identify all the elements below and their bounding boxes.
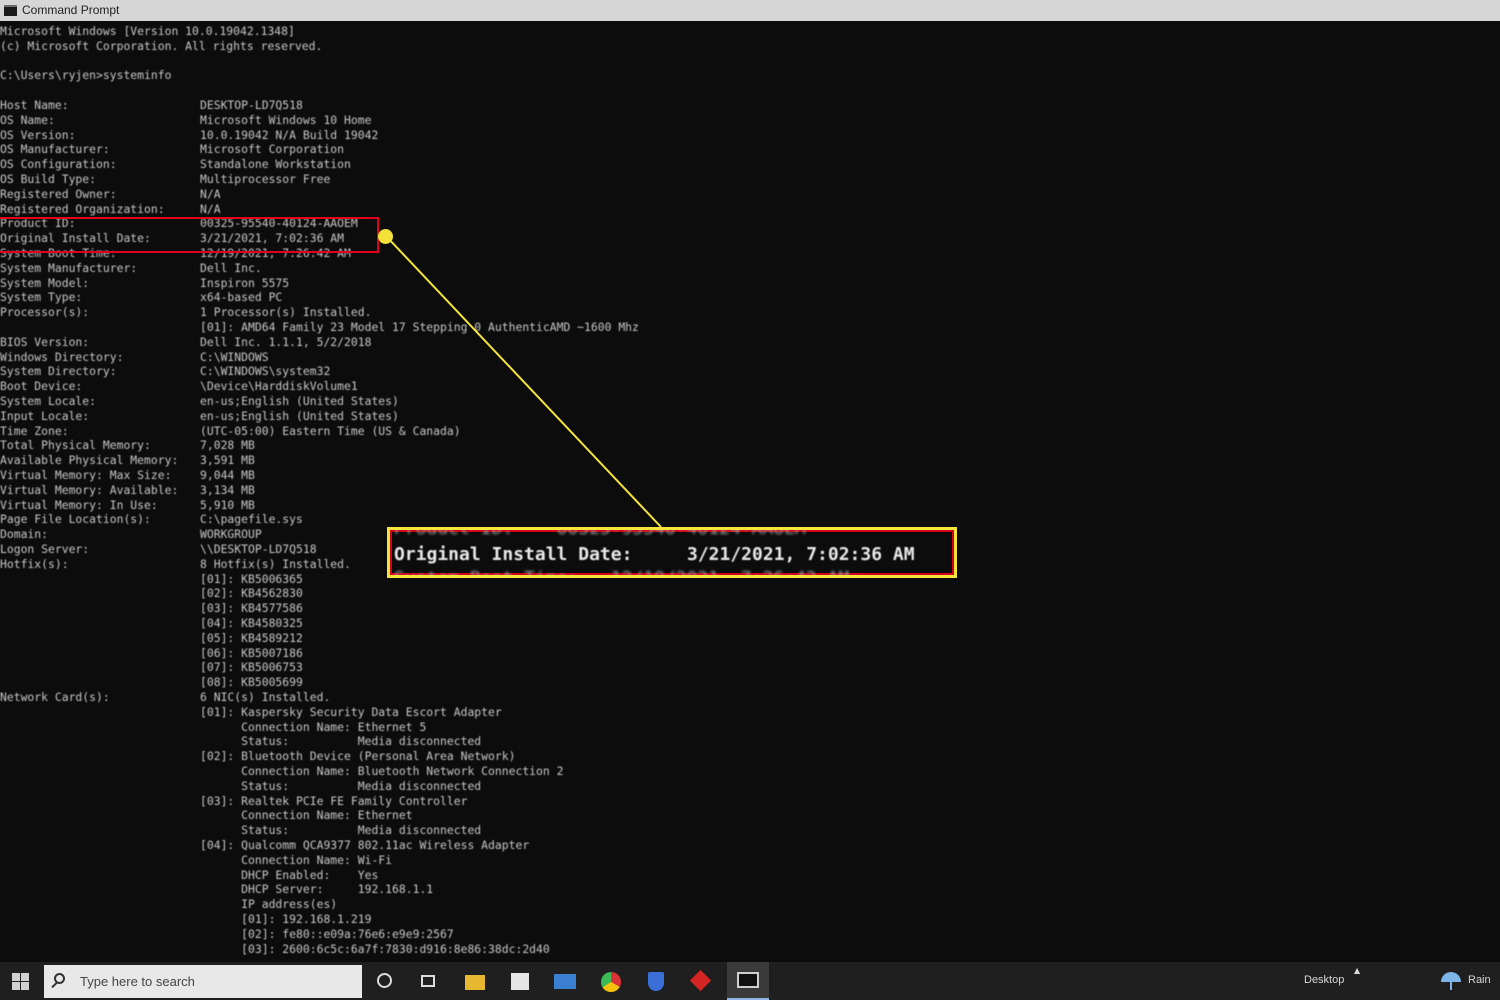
callout-connector (385, 235, 662, 528)
task-view-icon[interactable] (416, 969, 442, 993)
file-explorer-icon[interactable] (462, 969, 488, 993)
zoom-label: Original Install Date: (394, 544, 633, 565)
security-shield-icon[interactable] (643, 969, 669, 993)
zoom-ghost-below: System Boot Time: 12/19/2021, 7:26:42 AM (394, 568, 849, 575)
zoom-ghost-above: Product ID: 00325-95540-40124-AAOEM (394, 527, 806, 539)
zoomed-callout: Product ID: 00325-95540-40124-AAOEM Orig… (387, 527, 957, 578)
desktop-toolbar-label[interactable]: Desktop (1304, 974, 1344, 986)
search-placeholder: Type here to search (80, 974, 195, 989)
zoom-value: 3/21/2021, 7:02:36 AM (687, 544, 915, 565)
search-icon (54, 973, 65, 984)
taskbar-search-box[interactable]: Type here to search (44, 965, 362, 998)
umbrella-icon[interactable] (1441, 970, 1461, 990)
mail-icon[interactable] (552, 969, 578, 993)
chrome-icon[interactable] (598, 969, 624, 993)
red-app-icon[interactable] (688, 969, 714, 993)
cortana-icon[interactable] (372, 969, 398, 993)
windows-start-icon[interactable] (12, 973, 29, 990)
callout-anchor-dot (378, 229, 393, 244)
chevron-up-icon[interactable]: ▲ (1354, 966, 1360, 975)
taskbar: Type here to search Desktop ▲ Rain (0, 962, 1500, 1000)
weather-label[interactable]: Rain (1468, 974, 1491, 986)
store-icon[interactable] (507, 969, 533, 993)
command-prompt-taskbar-icon[interactable] (727, 962, 769, 1000)
